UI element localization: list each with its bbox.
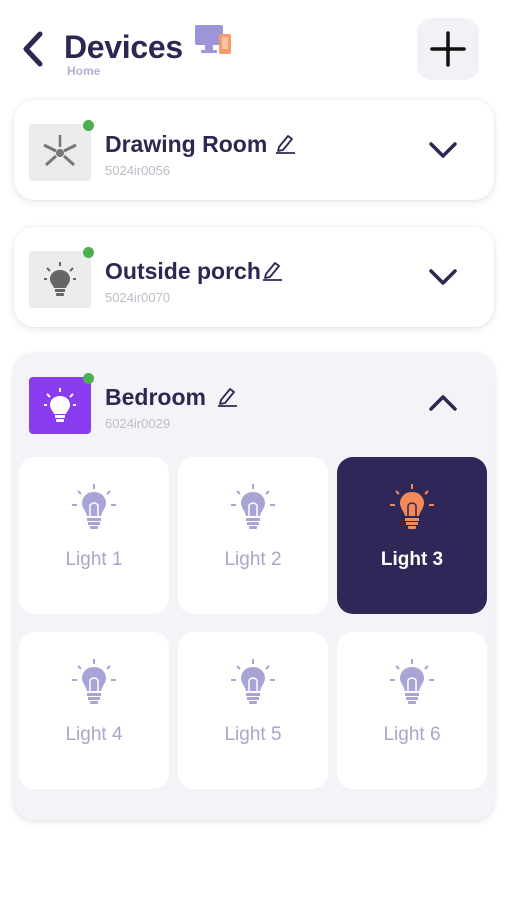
room-device-id: 5024ir0056 — [105, 163, 171, 178]
light-bulb-on-icon — [390, 484, 434, 529]
chevron-up-icon[interactable] — [426, 391, 460, 415]
page-subtitle: Home — [67, 64, 101, 78]
room-name: Outside porch — [105, 258, 261, 284]
light-tile-5[interactable]: Light 5 — [178, 632, 328, 789]
room-name: Bedroom — [105, 384, 206, 410]
light-bulb-icon — [390, 659, 434, 704]
room-card-outside-porch[interactable]: Outside porch 5024ir0070 — [14, 227, 494, 327]
light-label: Light 5 — [224, 724, 282, 745]
light-tile-1[interactable]: Light 1 — [19, 457, 169, 614]
room-device-id: 5024ir0070 — [105, 290, 171, 305]
app-header: Devices Home — [0, 0, 507, 95]
edit-icon[interactable] — [274, 132, 296, 154]
edit-icon[interactable] — [216, 385, 238, 407]
light-tile-2[interactable]: Light 2 — [178, 457, 328, 614]
light-label: Light 4 — [65, 724, 123, 745]
plus-icon — [430, 31, 466, 67]
room-thumb — [29, 124, 91, 181]
online-status-dot — [83, 373, 94, 384]
room-thumb — [29, 251, 91, 308]
light-bulb-icon — [231, 484, 275, 529]
chevron-down-icon[interactable] — [426, 265, 460, 289]
light-label: Light 1 — [65, 549, 123, 570]
page-title: Devices — [64, 29, 183, 65]
light-tile-6[interactable]: Light 6 — [337, 632, 487, 789]
fan-icon — [43, 134, 77, 166]
room-device-id: 6024ir0029 — [105, 416, 171, 431]
light-label: Light 3 — [380, 549, 444, 570]
edit-icon[interactable] — [261, 259, 283, 281]
chevron-down-icon[interactable] — [426, 138, 460, 162]
room-card-drawing-room[interactable]: Drawing Room 5024ir0056 — [14, 100, 494, 200]
light-label: Light 2 — [224, 549, 282, 570]
bulb-icon — [44, 387, 76, 422]
room-name: Drawing Room — [105, 131, 268, 157]
light-bulb-icon — [72, 659, 116, 704]
room-thumb — [29, 377, 91, 434]
add-device-button[interactable] — [417, 18, 479, 80]
online-status-dot — [83, 247, 94, 258]
light-tile-3[interactable]: Light 3 — [337, 457, 487, 614]
chevron-left-icon[interactable] — [18, 30, 48, 68]
light-bulb-icon — [72, 484, 116, 529]
online-status-dot — [83, 120, 94, 131]
devices-icon — [195, 25, 231, 54]
light-bulb-icon — [231, 659, 275, 704]
light-label: Light 6 — [383, 724, 441, 745]
bulb-icon — [44, 261, 76, 296]
room-card-bedroom: Bedroom 6024ir0029 Light 1 Light 2 Light… — [14, 353, 494, 820]
light-tile-4[interactable]: Light 4 — [19, 632, 169, 789]
